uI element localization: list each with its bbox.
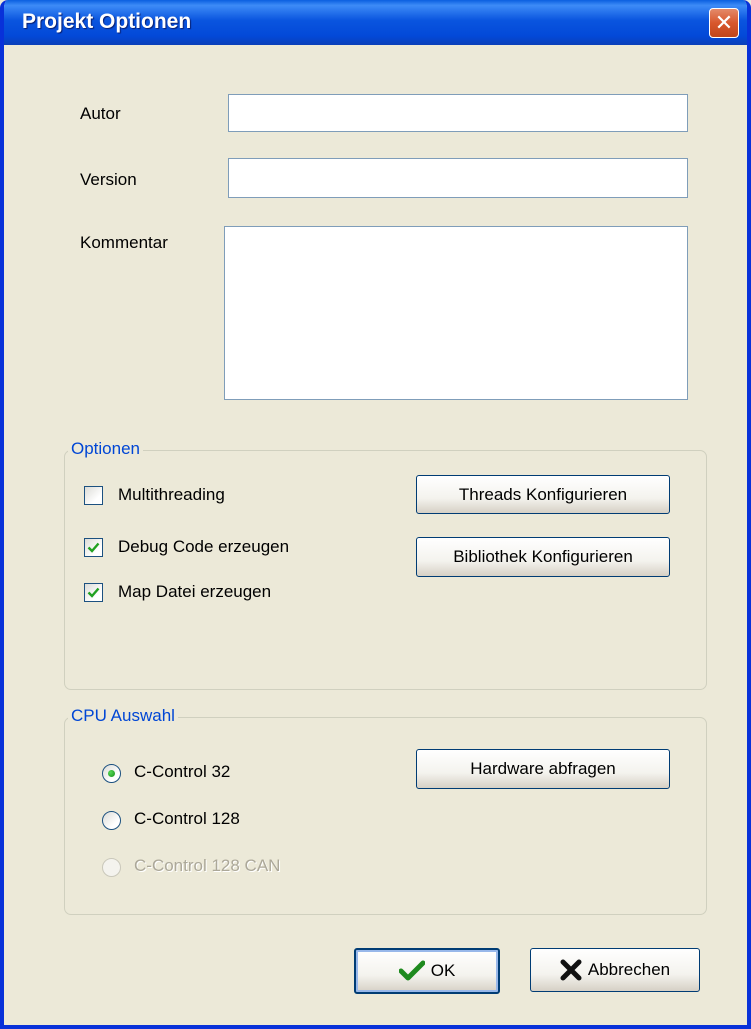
window-title: Projekt Optionen xyxy=(22,10,192,33)
map-datei-checkbox[interactable] xyxy=(84,583,103,602)
autor-input[interactable] xyxy=(228,94,688,132)
bibliothek-konfigurieren-label: Bibliothek Konfigurieren xyxy=(453,547,633,566)
debug-code-checkbox[interactable] xyxy=(84,538,103,557)
version-input[interactable] xyxy=(228,158,688,198)
autor-label: Autor xyxy=(80,104,121,123)
multithreading-label[interactable]: Multithreading xyxy=(118,485,225,505)
map-datei-label[interactable]: Map Datei erzeugen xyxy=(118,582,271,602)
c-control-128-radio[interactable] xyxy=(102,811,121,830)
checkmark-icon xyxy=(398,960,426,982)
project-options-dialog: Projekt Optionen ✕ Autor Version Komment… xyxy=(0,0,751,1029)
ok-button[interactable]: OK xyxy=(354,948,500,994)
kommentar-textarea[interactable] xyxy=(224,226,688,400)
c-control-128-label[interactable]: C-Control 128 xyxy=(134,809,240,829)
cpu-auswahl-legend: CPU Auswahl xyxy=(68,706,178,726)
multithreading-checkbox[interactable] xyxy=(84,486,103,505)
c-control-32-label[interactable]: C-Control 32 xyxy=(134,762,230,782)
threads-konfigurieren-label: Threads Konfigurieren xyxy=(458,484,628,504)
ok-label: OK xyxy=(430,961,456,980)
bibliothek-konfigurieren-button[interactable]: Bibliothek Konfigurieren xyxy=(416,537,670,577)
abbrechen-button[interactable]: Abbrechen xyxy=(530,948,700,992)
kommentar-label: Kommentar xyxy=(80,233,168,252)
debug-code-label[interactable]: Debug Code erzeugen xyxy=(118,537,289,557)
threads-konfigurieren-button[interactable]: Threads Konfigurieren xyxy=(416,475,670,514)
x-icon xyxy=(560,959,582,981)
abbrechen-label: Abbrechen xyxy=(587,960,671,979)
c-control-128-can-radio xyxy=(102,858,121,877)
c-control-128-can-label: C-Control 128 CAN xyxy=(134,856,281,875)
hardware-abfragen-label: Hardware abfragen xyxy=(470,759,616,778)
radio-selected-dot xyxy=(108,770,115,777)
version-label: Version xyxy=(80,170,137,189)
checkmark-icon xyxy=(87,587,100,598)
hardware-abfragen-button[interactable]: Hardware abfragen xyxy=(416,749,670,789)
close-button[interactable]: ✕ xyxy=(709,8,739,38)
optionen-legend: Optionen xyxy=(68,439,143,459)
c-control-32-radio[interactable] xyxy=(102,764,121,783)
close-icon: ✕ xyxy=(714,10,734,35)
title-bar[interactable]: Projekt Optionen ✕ xyxy=(4,0,747,45)
checkmark-icon xyxy=(87,542,100,553)
